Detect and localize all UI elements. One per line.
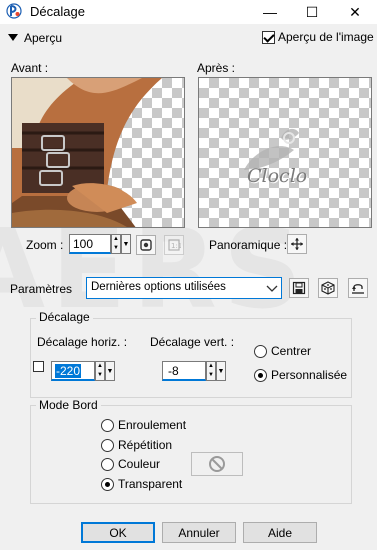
help-button[interactable]: Aide [243, 522, 317, 543]
edge-mode-group-label: Mode Bord [36, 398, 101, 412]
link-offsets-checkbox[interactable] [33, 361, 44, 372]
before-label: Avant : [11, 61, 49, 75]
presets-label: Paramètres [10, 282, 73, 296]
maximize-icon: ☐ [305, 3, 319, 20]
restore-default-button[interactable] [348, 278, 368, 298]
close-button[interactable]: ✕ [335, 0, 375, 24]
caret-down-icon [8, 34, 18, 41]
horiz-offset-label: Décalage horiz. : [37, 335, 128, 349]
presets-dropdown[interactable]: Dernières options utilisées [86, 277, 282, 299]
zoom-input[interactable]: 100 [69, 234, 111, 254]
horiz-offset-spinner[interactable]: ▲ ▼ [95, 361, 105, 381]
edge-transparent-label: Transparent [118, 477, 183, 491]
no-color-icon [209, 456, 225, 472]
reset-preset-button[interactable] [318, 278, 338, 298]
chevron-down-icon: ▼ [217, 367, 225, 375]
after-label: Après : [197, 61, 236, 75]
dice-icon [321, 281, 335, 295]
maximize-button[interactable]: ☐ [292, 0, 332, 24]
custom-radio-label: Personnalisée [271, 368, 348, 382]
zoom-spinner[interactable]: ▲ ▼ [111, 234, 121, 254]
edge-transparent-radio[interactable]: Transparent [101, 477, 182, 491]
vert-offset-input[interactable]: -8 [162, 361, 206, 381]
edge-repeat-label: Répétition [118, 438, 173, 452]
presets-selected-value: Dernières options utilisées [91, 281, 226, 293]
chevron-down-icon: ▼ [122, 240, 130, 248]
after-preview[interactable]: Cloclo [198, 77, 372, 228]
zoom-actual-size-button[interactable]: 1:1 [164, 235, 184, 255]
checkbox-checked-icon[interactable] [262, 30, 275, 44]
vert-offset-spinner[interactable]: ▲ ▼ [206, 361, 216, 381]
horiz-offset-dropdown[interactable]: ▼ [105, 361, 115, 381]
zoom-fit-button[interactable] [136, 235, 156, 255]
preview-toggle-label: Aperçu [24, 31, 63, 45]
zoom-label: Zoom : [26, 238, 64, 252]
minimize-icon: — [263, 4, 277, 20]
cancel-button[interactable]: Annuler [162, 522, 236, 543]
pan-label: Panoramique : [209, 238, 288, 252]
minimize-button[interactable]: — [250, 0, 290, 24]
radio-unchecked-icon[interactable] [254, 344, 267, 358]
edge-color-radio[interactable]: Couleur [101, 457, 160, 471]
edge-color-label: Couleur [118, 457, 161, 471]
center-radio-label: Centrer [271, 344, 312, 358]
signature-watermark: Cloclo [247, 165, 308, 187]
preview-on-image-checkbox[interactable]: Aperçu de l'image [262, 30, 374, 44]
edge-wrap-radio[interactable]: Enroulement [101, 418, 186, 432]
center-radio[interactable]: Centrer [254, 344, 311, 358]
chevron-down-icon: ▼ [106, 367, 114, 375]
preview-toggle[interactable]: Aperçu [8, 31, 62, 45]
edge-repeat-radio[interactable]: Répétition [101, 438, 172, 452]
horiz-offset-value: -220 [55, 364, 82, 378]
before-preview[interactable] [11, 77, 185, 228]
edge-wrap-label: Enroulement [118, 418, 187, 432]
presets-chevron-icon [266, 282, 278, 296]
radio-checked-icon[interactable] [254, 368, 267, 382]
radio-unchecked-icon[interactable] [101, 438, 114, 452]
floppy-disk-icon [292, 281, 306, 295]
custom-radio[interactable]: Personnalisée [254, 368, 347, 382]
move-arrows-icon [291, 238, 303, 250]
svg-text:1:1: 1:1 [171, 242, 181, 250]
radio-unchecked-icon[interactable] [101, 418, 114, 432]
vert-offset-label: Décalage vert. : [150, 335, 235, 349]
pan-button[interactable] [287, 234, 307, 254]
offset-group [30, 318, 352, 398]
radio-checked-icon[interactable] [101, 477, 114, 491]
zoom-fit-icon [140, 239, 152, 251]
edge-color-swatch[interactable] [191, 452, 243, 476]
ok-button-label: OK [109, 525, 127, 540]
vert-offset-dropdown[interactable]: ▼ [216, 361, 226, 381]
zoom-dropdown-button[interactable]: ▼ [121, 234, 131, 254]
horiz-offset-input[interactable]: -220 [51, 361, 95, 381]
reset-arrow-icon [352, 284, 364, 294]
radio-unchecked-icon[interactable] [101, 457, 114, 471]
offset-group-label: Décalage [36, 310, 93, 324]
preview-on-image-label: Aperçu de l'image [278, 30, 374, 44]
help-button-label: Aide [267, 525, 293, 540]
actual-size-icon: 1:1 [168, 239, 181, 251]
save-preset-button[interactable] [289, 278, 309, 298]
after-preview-image [244, 128, 299, 170]
app-logo-icon [6, 3, 22, 19]
window-title: Décalage [30, 4, 85, 19]
close-icon: ✕ [349, 3, 361, 20]
cancel-button-label: Annuler [178, 525, 220, 540]
before-preview-image [12, 78, 162, 227]
ok-button[interactable]: OK [81, 522, 155, 543]
